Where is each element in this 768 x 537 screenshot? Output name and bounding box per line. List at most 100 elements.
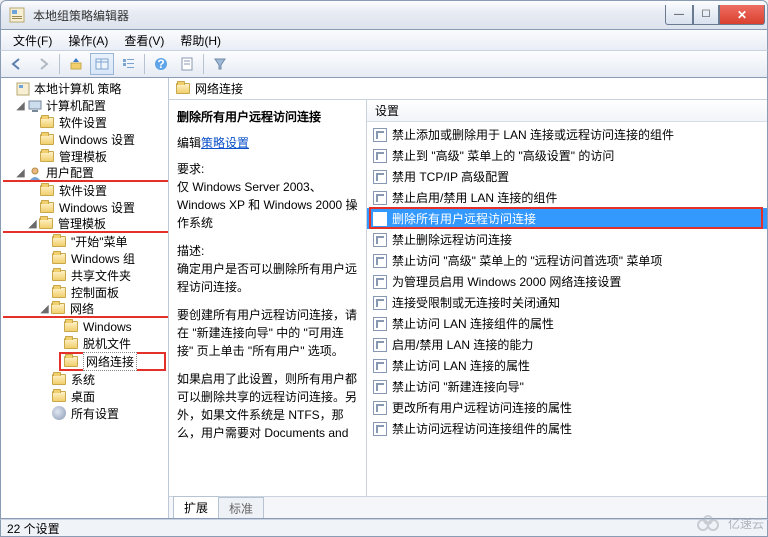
- folder-icon: [40, 202, 54, 213]
- tree-network-connections[interactable]: 网络连接: [3, 352, 168, 371]
- menu-help[interactable]: 帮助(H): [172, 30, 229, 51]
- requirements-text: 仅 Windows Server 2003、Windows XP 和 Windo…: [177, 178, 360, 232]
- menu-view[interactable]: 查看(V): [116, 30, 172, 51]
- policy-item-icon: [373, 422, 387, 436]
- list-item-label: 禁止访问 LAN 连接组件的属性: [392, 315, 554, 332]
- folder-icon: [64, 338, 78, 349]
- list-item[interactable]: 连接受限制或无连接时关闭通知: [367, 292, 767, 313]
- toolbar-filter-button[interactable]: [208, 53, 232, 75]
- list-item[interactable]: 禁止添加或删除用于 LAN 连接或远程访问连接的组件: [367, 124, 767, 145]
- list-item[interactable]: 禁止访问 LAN 连接组件的属性: [367, 313, 767, 334]
- folder-icon: [40, 117, 54, 128]
- policy-item-icon: [373, 254, 387, 268]
- list-item-label: 禁止访问 "高级" 菜单上的 "远程访问首选项" 菜单项: [392, 252, 662, 269]
- edit-policy-link[interactable]: 策略设置: [201, 136, 249, 150]
- folder-icon: [40, 134, 54, 145]
- list-header[interactable]: 设置: [367, 100, 767, 122]
- tree-computer[interactable]: ◢计算机配置: [3, 97, 168, 114]
- toolbar-help-button[interactable]: ?: [149, 53, 173, 75]
- toolbar-up-button[interactable]: [64, 53, 88, 75]
- toolbar-back-button[interactable]: [5, 53, 29, 75]
- folder-icon: [40, 185, 54, 196]
- list-item[interactable]: 禁止访问 LAN 连接的属性: [367, 355, 767, 376]
- tree-item[interactable]: Windows: [3, 318, 168, 335]
- policy-item-icon: [373, 212, 387, 226]
- folder-icon: [40, 151, 54, 162]
- status-text: 22 个设置: [7, 520, 60, 537]
- tree-item[interactable]: 桌面: [3, 388, 168, 405]
- folder-icon: [52, 253, 66, 264]
- list-item-label: 禁止到 "高级" 菜单上的 "高级设置" 的访问: [392, 147, 614, 164]
- menu-file[interactable]: 文件(F): [5, 30, 60, 51]
- list-item[interactable]: 启用/禁用 LAN 连接的能力: [367, 334, 767, 355]
- list-item-label: 禁止启用/禁用 LAN 连接的组件: [392, 189, 557, 206]
- list-item[interactable]: 禁止访问 "高级" 菜单上的 "远程访问首选项" 菜单项: [367, 250, 767, 271]
- description-text: 要创建所有用户远程访问连接，请在 "新建连接向导" 中的 "可用连接" 页上单击…: [177, 306, 360, 360]
- policy-item-icon: [373, 380, 387, 394]
- tree-item[interactable]: 管理模板: [3, 148, 168, 165]
- list-item-label: 为管理员启用 Windows 2000 网络连接设置: [392, 273, 621, 290]
- tree-user[interactable]: ◢用户配置: [3, 165, 168, 182]
- tree-item[interactable]: Windows 设置: [3, 199, 168, 216]
- tree-root[interactable]: 本地计算机 策略: [3, 80, 168, 97]
- policy-icon: [15, 81, 31, 97]
- tree-item[interactable]: Windows 设置: [3, 131, 168, 148]
- tree-network[interactable]: ◢网络: [3, 301, 168, 318]
- list-item-label: 禁止访问 "新建连接向导": [392, 378, 524, 395]
- list-item-label: 禁止删除远程访问连接: [392, 231, 512, 248]
- client-area: 本地计算机 策略 ◢计算机配置 软件设置 Windows 设置 管理模板 ◢用户…: [0, 78, 768, 519]
- tab-standard[interactable]: 标准: [218, 497, 264, 518]
- policy-item-icon: [373, 149, 387, 163]
- tree-item[interactable]: 控制面板: [3, 284, 168, 301]
- folder-icon: [51, 303, 65, 314]
- tab-extended[interactable]: 扩展: [173, 496, 219, 518]
- list-item[interactable]: 删除所有用户远程访问连接: [367, 208, 767, 229]
- toolbar-list-button[interactable]: [116, 53, 140, 75]
- breadcrumb-label: 网络连接: [195, 80, 243, 97]
- gear-icon: [52, 406, 68, 422]
- tree-item[interactable]: "开始"菜单: [3, 233, 168, 250]
- list-item-label: 连接受限制或无连接时关闭通知: [392, 294, 560, 311]
- policy-item-icon: [373, 233, 387, 247]
- description-heading: 描述:: [177, 242, 360, 260]
- tree-item[interactable]: Windows 组: [3, 250, 168, 267]
- list-item-label: 禁用 TCP/IP 高级配置: [392, 168, 509, 185]
- toolbar-details-button[interactable]: [90, 53, 114, 75]
- tree-admin-templates[interactable]: ◢管理模板: [3, 216, 168, 233]
- toolbar-properties-button[interactable]: [175, 53, 199, 75]
- list-item[interactable]: 禁止访问远程访问连接组件的属性: [367, 418, 767, 439]
- tree-item[interactable]: 脱机文件: [3, 335, 168, 352]
- list-item[interactable]: 更改所有用户远程访问连接的属性: [367, 397, 767, 418]
- window-maximize-button[interactable]: ☐: [693, 5, 719, 25]
- description-text: 确定用户是否可以删除所有用户远程访问连接。: [177, 260, 360, 296]
- tree-item[interactable]: 系统: [3, 371, 168, 388]
- list-item[interactable]: 禁止访问 "新建连接向导": [367, 376, 767, 397]
- list-item[interactable]: 禁止删除远程访问连接: [367, 229, 767, 250]
- policy-item-icon: [373, 296, 387, 310]
- window-close-button[interactable]: ✕: [719, 5, 765, 25]
- tree-item[interactable]: 软件设置: [3, 182, 168, 199]
- settings-list: 禁止添加或删除用于 LAN 连接或远程访问连接的组件禁止到 "高级" 菜单上的 …: [367, 122, 767, 496]
- list-item[interactable]: 禁用 TCP/IP 高级配置: [367, 166, 767, 187]
- list-item-label: 禁止添加或删除用于 LAN 连接或远程访问连接的组件: [392, 126, 674, 143]
- folder-icon: [52, 374, 66, 385]
- list-item-label: 启用/禁用 LAN 连接的能力: [392, 336, 533, 353]
- tree-item[interactable]: 软件设置: [3, 114, 168, 131]
- folder-icon: [52, 391, 66, 402]
- app-icon: [9, 7, 25, 23]
- toolbar-sep: [203, 54, 204, 74]
- policy-item-icon: [373, 128, 387, 142]
- folder-icon: [52, 287, 66, 298]
- folder-icon: [52, 236, 66, 247]
- menu-action[interactable]: 操作(A): [60, 30, 116, 51]
- tree-item[interactable]: 所有设置: [3, 405, 168, 422]
- list-item[interactable]: 为管理员启用 Windows 2000 网络连接设置: [367, 271, 767, 292]
- list-item[interactable]: 禁止启用/禁用 LAN 连接的组件: [367, 187, 767, 208]
- list-item[interactable]: 禁止到 "高级" 菜单上的 "高级设置" 的访问: [367, 145, 767, 166]
- list-item-label: 禁止访问远程访问连接组件的属性: [392, 420, 572, 437]
- requirements-heading: 要求:: [177, 160, 360, 178]
- tree-item[interactable]: 共享文件夹: [3, 267, 168, 284]
- toolbar-forward-button[interactable]: [31, 53, 55, 75]
- window-minimize-button[interactable]: —: [665, 5, 693, 25]
- description-panel: 删除所有用户远程访问连接 编辑策略设置 要求: 仅 Windows Server…: [169, 100, 367, 496]
